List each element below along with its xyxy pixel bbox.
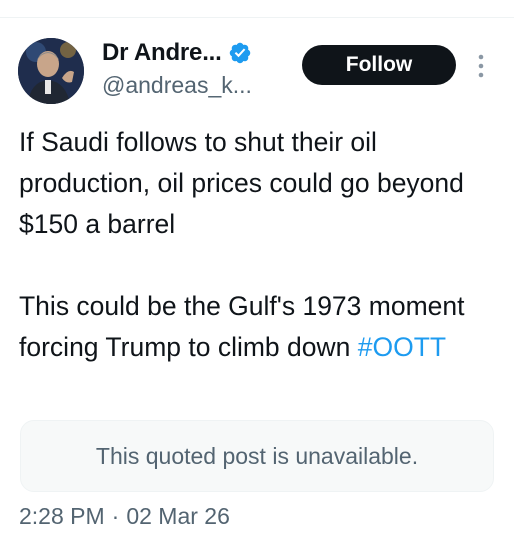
hashtag-link[interactable]: #OOTT xyxy=(358,332,446,362)
tweet-view: Dr Andre... @andreas_k... Follow If Saud… xyxy=(0,0,514,540)
avatar[interactable] xyxy=(18,38,84,104)
timestamp[interactable]: 2:28 PM · 02 Mar 26 xyxy=(19,503,230,530)
timestamp-separator: · xyxy=(111,503,120,529)
timestamp-time: 2:28 PM xyxy=(19,503,105,529)
quoted-post-unavailable: This quoted post is unavailable. xyxy=(20,420,494,492)
divider xyxy=(0,17,514,18)
tweet-text: If Saudi follows to shut their oil produ… xyxy=(19,122,499,368)
quote-unavailable-text: This quoted post is unavailable. xyxy=(95,442,419,469)
follow-button[interactable]: Follow xyxy=(302,45,456,85)
timestamp-date: 02 Mar 26 xyxy=(126,503,230,529)
tweet-paragraph-2: This could be the Gulf's 1973 moment for… xyxy=(19,286,499,368)
author-display-name[interactable]: Dr Andre... xyxy=(102,39,222,67)
author-name-row[interactable]: Dr Andre... xyxy=(102,38,252,68)
tweet-paragraph-1: If Saudi follows to shut their oil produ… xyxy=(19,127,464,239)
more-vertical-icon[interactable] xyxy=(474,53,488,79)
author-handle[interactable]: @andreas_k... xyxy=(102,72,252,99)
verified-badge-icon xyxy=(229,42,250,64)
